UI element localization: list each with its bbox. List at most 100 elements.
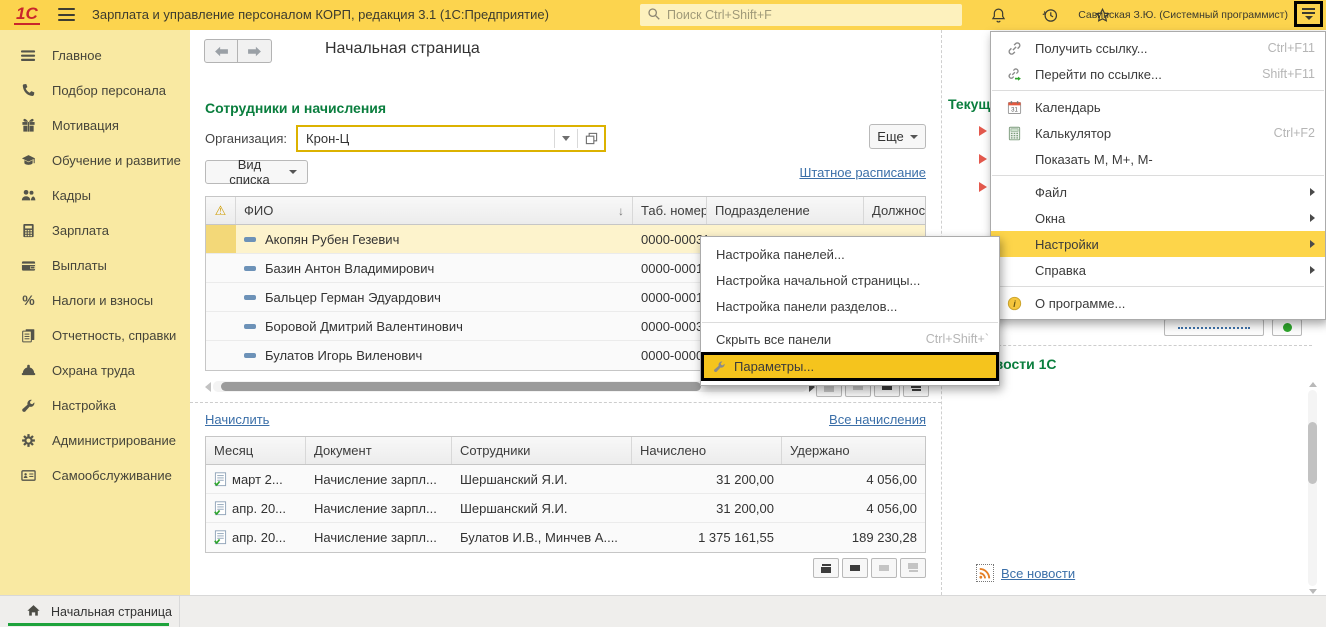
menu-item-goto-link[interactable]: Перейти по ссылке...Shift+F11 — [991, 61, 1325, 87]
accrual-month-cell: апр. 20... — [206, 494, 306, 522]
menu-item-settings[interactable]: Настройки — [991, 231, 1325, 257]
sidebar-item-kadry[interactable]: Кадры — [0, 178, 190, 213]
menu-item-panels-setup[interactable]: Настройка панелей... — [701, 241, 999, 267]
menu-item-section-panel-setup[interactable]: Настройка панели разделов... — [701, 293, 999, 319]
menu-item-label: Параметры... — [734, 359, 814, 374]
combobox-open-icon[interactable] — [578, 132, 604, 145]
go-last-row-button[interactable] — [900, 558, 926, 578]
main-menu-icon[interactable] — [58, 8, 75, 21]
partially-hidden-configure-button[interactable] — [1164, 319, 1264, 336]
accrual-row[interactable]: март 2...Начисление зарпл...Шершанский Я… — [206, 465, 925, 494]
sidebar-item-label: Обучение и развитие — [52, 153, 181, 168]
scrollbar-thumb[interactable] — [1308, 422, 1317, 484]
column-header-employees[interactable]: Сотрудники — [452, 437, 632, 464]
menu-item-hide-all-panels[interactable]: Скрыть все панелиCtrl+Shift+` — [701, 326, 999, 352]
column-header-document[interactable]: Документ — [306, 437, 452, 464]
sidebar-item-vyplaty[interactable]: Выплаты — [0, 248, 190, 283]
sidebar-item-motivaciya[interactable]: Мотивация — [0, 108, 190, 143]
sort-desc-icon: ↓ — [618, 204, 624, 218]
menu-item-show-m[interactable]: Показать М, М+, М- — [991, 146, 1325, 172]
menu-item-calendar[interactable]: 31Календарь — [991, 94, 1325, 120]
task-group-expand-icon[interactable] — [979, 126, 987, 136]
search-input[interactable]: Поиск Ctrl+Shift+F — [640, 4, 962, 26]
scroll-down-icon[interactable] — [1309, 589, 1317, 594]
combobox-dropdown-icon[interactable] — [555, 136, 577, 141]
all-news-link[interactable]: Все новости — [1001, 566, 1075, 581]
submenu-arrow-icon — [1310, 188, 1315, 196]
go-first-row-button[interactable] — [813, 558, 839, 578]
menu-item-label: Настройка панели разделов... — [716, 299, 897, 314]
menu-item-shortcut: Ctrl+F2 — [1274, 126, 1315, 140]
accrual-row[interactable]: апр. 20...Начисление зарпл...Шершанский … — [206, 494, 925, 523]
home-page-tab[interactable]: Начальная страница — [0, 596, 180, 627]
menu-item-parameters[interactable]: Параметры... — [701, 352, 999, 381]
menu-item-windows[interactable]: Окна — [991, 205, 1325, 231]
accrual-month-cell: март 2... — [206, 465, 306, 493]
column-header-tab-number[interactable]: Таб. номер — [633, 197, 707, 224]
staffing-schedule-link[interactable]: Штатное расписание — [799, 165, 926, 180]
column-header-month[interactable]: Месяц — [206, 437, 306, 464]
grad-cap-icon — [20, 153, 37, 168]
sidebar-item-label: Настройка — [52, 398, 116, 413]
column-header-position[interactable]: Должност — [864, 197, 925, 224]
go-prev-row-button[interactable] — [842, 558, 868, 578]
menu-item-file[interactable]: Файл — [991, 179, 1325, 205]
all-accruals-link[interactable]: Все начисления — [829, 412, 926, 427]
accrual-row[interactable]: апр. 20...Начисление зарпл...Булатов И.В… — [206, 523, 925, 552]
sidebar-item-obuchenie-razvitie[interactable]: Обучение и развитие — [0, 143, 190, 178]
withheld-amount-cell: 189 230,28 — [782, 523, 925, 552]
sidebar-item-samoobsluzhivanie[interactable]: Самообслуживание — [0, 458, 190, 493]
menu-item-get-link[interactable]: Получить ссылку...Ctrl+F11 — [991, 35, 1325, 61]
column-header-withheld[interactable]: Удержано — [782, 437, 925, 464]
link-go-icon — [1003, 67, 1025, 82]
sections-panel: ГлавноеПодбор персоналаМотивация Обучение… — [0, 30, 190, 595]
menu-item-help[interactable]: Справка — [991, 257, 1325, 283]
submenu-arrow-icon — [1310, 240, 1315, 248]
sidebar-item-nalogi-vznosy[interactable]: %Налоги и взносы — [0, 283, 190, 318]
employee-name-cell: Базин Антон Владимирович — [236, 254, 633, 282]
accrual-employees-cell: Шершанский Я.И. — [452, 494, 632, 522]
view-list-button[interactable]: Вид списка — [205, 160, 308, 184]
scrollbar-thumb[interactable] — [221, 382, 701, 391]
scroll-left-icon[interactable] — [205, 382, 211, 392]
column-header-accrued[interactable]: Начислено — [632, 437, 782, 464]
sidebar-item-label: Налоги и взносы — [52, 293, 153, 308]
news-vertical-scrollbar[interactable] — [1307, 382, 1318, 594]
back-button[interactable] — [204, 39, 238, 63]
sidebar-item-otchetnost-spravki[interactable]: Отчетность, справки — [0, 318, 190, 353]
warning-column-header[interactable]: ⚠ — [206, 197, 236, 224]
sidebar-item-nastrojka[interactable]: Настройка — [0, 388, 190, 423]
withheld-amount-cell: 4 056,00 — [782, 494, 925, 522]
sidebar-item-ohrana-truda[interactable]: Охрана труда — [0, 353, 190, 388]
go-next-row-button[interactable] — [871, 558, 897, 578]
menu-item-label: Показать М, М+, М- — [1035, 152, 1153, 167]
organization-combobox[interactable]: Крон-Ц — [296, 125, 606, 152]
current-user[interactable]: Савинская З.Ю. (Системный программист) — [1078, 9, 1288, 21]
accrue-link[interactable]: Начислить — [205, 412, 269, 427]
menu-separator — [992, 175, 1324, 176]
scroll-up-icon[interactable] — [1309, 382, 1317, 387]
column-header-department[interactable]: Подразделение — [707, 197, 864, 224]
section-divider — [190, 402, 941, 403]
column-header-fio[interactable]: ФИО↓ — [236, 197, 633, 224]
settings-submenu: Настройка панелей...Настройка начальной … — [700, 236, 1000, 386]
task-group-expand-icon[interactable] — [979, 182, 987, 192]
menu-item-calculator[interactable]: КалькуляторCtrl+F2 — [991, 120, 1325, 146]
menu-item-about[interactable]: iО программе... — [991, 290, 1325, 316]
partially-hidden-refresh-button[interactable] — [1272, 319, 1302, 336]
row-gutter — [206, 225, 236, 253]
svg-text:31: 31 — [1011, 106, 1018, 113]
sidebar-item-administrirovanie[interactable]: Администрирование — [0, 423, 190, 458]
accrual-employees-cell: Булатов И.В., Минчев А.... — [452, 523, 632, 552]
menu-item-home-page-setup[interactable]: Настройка начальной страницы... — [701, 267, 999, 293]
history-icon[interactable] — [1040, 5, 1060, 25]
forward-button[interactable] — [238, 39, 272, 63]
sidebar-item-podbor-personala[interactable]: Подбор персонала — [0, 73, 190, 108]
accrual-document-cell: Начисление зарпл... — [306, 494, 452, 522]
sidebar-item-glavnoe[interactable]: Главное — [0, 38, 190, 73]
service-menu-button[interactable] — [1294, 1, 1323, 27]
sidebar-item-zarplata[interactable]: Зарплата — [0, 213, 190, 248]
more-button[interactable]: Еще — [869, 124, 926, 149]
task-group-expand-icon[interactable] — [979, 154, 987, 164]
notifications-bell-icon[interactable] — [988, 5, 1008, 25]
